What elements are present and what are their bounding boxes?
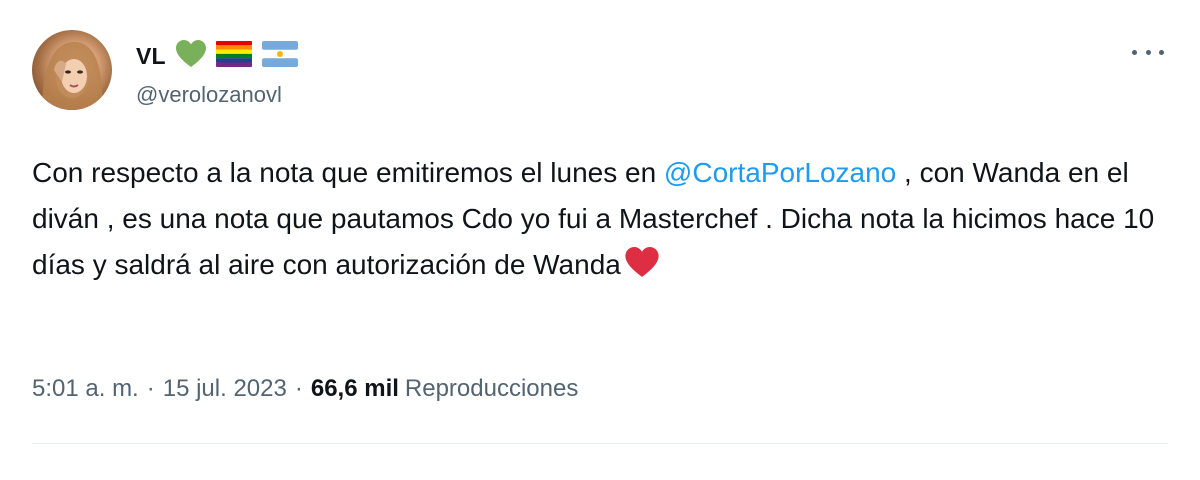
meta-separator: · (294, 375, 303, 402)
tweet-text-part-1: Con respecto a la nota que emitiremos el… (32, 157, 664, 188)
avatar-photo-icon (42, 42, 103, 110)
views-label: Reproducciones (404, 375, 579, 402)
meta-separator: · (146, 375, 155, 402)
tweet-meta: 5:01 a. m. · 15 jul. 2023 · 66,6 mil Rep… (32, 375, 578, 403)
views-count: 66,6 mil (310, 375, 399, 402)
tweet-text: Con respecto a la nota que emitiremos el… (32, 150, 1172, 292)
red-heart-icon (625, 246, 659, 292)
tweet-date[interactable]: 15 jul. 2023 (163, 375, 287, 403)
more-options-button[interactable] (1132, 40, 1164, 64)
user-handle[interactable]: @verolozanovl (136, 82, 298, 108)
name-row: VL (136, 38, 298, 74)
rainbow-flag-icon (215, 40, 252, 72)
user-block: VL @verolozanovl (136, 38, 298, 108)
green-heart-icon (175, 39, 206, 73)
avatar[interactable] (32, 30, 112, 110)
more-dot-icon (1159, 49, 1164, 55)
more-dot-icon (1132, 49, 1137, 55)
tweet-time[interactable]: 5:01 a. m. (32, 375, 139, 403)
tweet-card: VL @verolozanovl Con respecto a la nota … (0, 0, 1200, 480)
argentina-flag-icon (261, 40, 298, 72)
display-name[interactable]: VL (136, 43, 166, 70)
mention-link[interactable]: @CortaPorLozano (664, 157, 896, 188)
more-dot-icon (1145, 49, 1151, 55)
divider (32, 443, 1168, 444)
